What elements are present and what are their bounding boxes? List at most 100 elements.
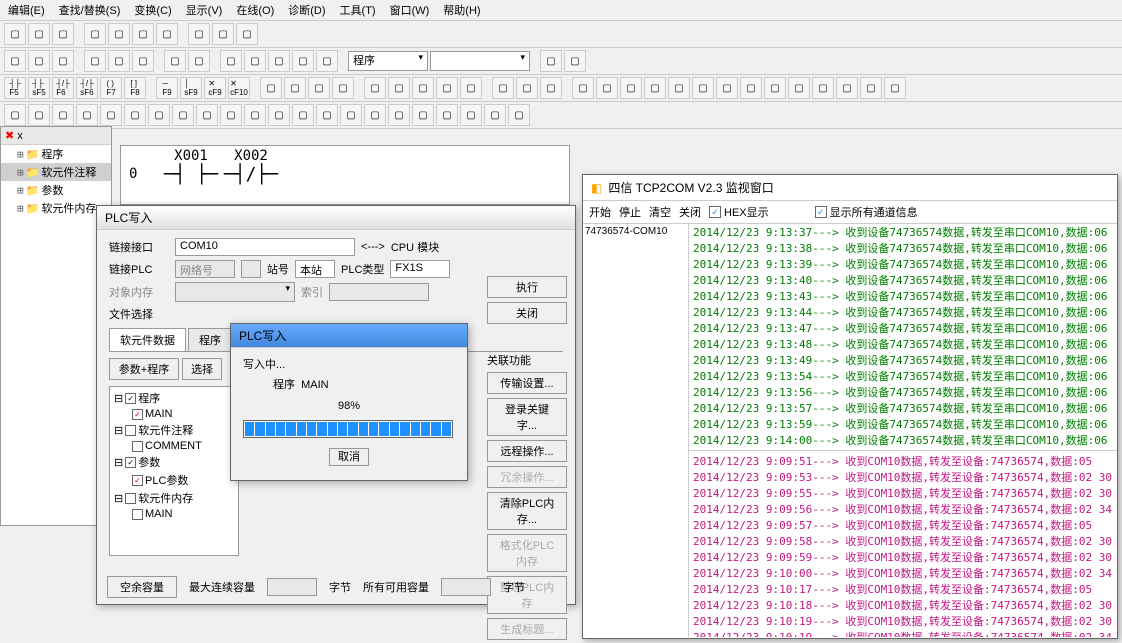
clear-button[interactable]: 清空: [649, 204, 671, 220]
clear-plc-mem-button[interactable]: 清除PLC内存...: [487, 492, 567, 530]
tbtn[interactable]: ┤├sF5: [28, 77, 50, 99]
tbtn[interactable]: ▢: [108, 50, 130, 72]
tbtn[interactable]: ▢: [564, 50, 586, 72]
tbtn[interactable]: ▢: [436, 104, 458, 126]
tbtn[interactable]: ▢: [188, 50, 210, 72]
combo2[interactable]: [430, 51, 530, 71]
tbtn[interactable]: ▢: [156, 23, 178, 45]
tree-params[interactable]: ⊞📁 参数: [1, 181, 111, 199]
tbtn[interactable]: ▢: [172, 104, 194, 126]
tbtn[interactable]: ▢: [28, 50, 50, 72]
tbtn[interactable]: ▢: [124, 104, 146, 126]
menu-convert[interactable]: 变换(C): [134, 2, 171, 18]
menu-view[interactable]: 显示(V): [186, 2, 223, 18]
tbtn[interactable]: ▢: [388, 77, 410, 99]
tbtn[interactable]: ▢: [220, 104, 242, 126]
tab-device-data[interactable]: 软元件数据: [109, 328, 186, 351]
cancel-button[interactable]: 取消: [329, 448, 369, 466]
tbtn[interactable]: [ ]F8: [124, 77, 146, 99]
file-tree-plc-param[interactable]: ✓ PLC参数: [112, 471, 236, 489]
tbtn[interactable]: ▢: [244, 104, 266, 126]
tbtn[interactable]: ▢: [540, 77, 562, 99]
tbtn[interactable]: ▢: [620, 77, 642, 99]
tbtn[interactable]: ▢: [884, 77, 906, 99]
select-button[interactable]: 选择: [182, 358, 222, 380]
create-title-button[interactable]: 生成标题...: [487, 618, 567, 640]
tbtn[interactable]: ▢: [84, 23, 106, 45]
tbtn[interactable]: ( )F7: [100, 77, 122, 99]
tbtn[interactable]: ─F9: [156, 77, 178, 99]
show-all-checkbox[interactable]: ✓显示所有通道信息: [815, 204, 918, 220]
redundant-op-button[interactable]: 冗余操作...: [487, 466, 567, 488]
target-mem-combo[interactable]: [175, 282, 295, 302]
tbtn[interactable]: ┤/├F6: [52, 77, 74, 99]
tbtn[interactable]: ▢: [692, 77, 714, 99]
tbtn[interactable]: ▢: [52, 104, 74, 126]
tbtn[interactable]: ▢: [740, 77, 762, 99]
tab-program[interactable]: 程序: [188, 328, 232, 351]
contact-x001[interactable]: X001─┤ ├─: [161, 148, 221, 185]
tbtn[interactable]: ▢: [292, 50, 314, 72]
tbtn[interactable]: ▢: [188, 23, 210, 45]
tbtn[interactable]: ▢: [540, 50, 562, 72]
tbtn[interactable]: ▢: [308, 77, 330, 99]
tbtn[interactable]: ▢: [836, 77, 858, 99]
tbtn[interactable]: ▢: [860, 77, 882, 99]
tbtn[interactable]: ▢: [100, 104, 122, 126]
tbtn[interactable]: ▢: [788, 77, 810, 99]
file-tree-device-comment[interactable]: ⊟ 软元件注释: [112, 421, 236, 439]
tbtn[interactable]: ▢: [572, 77, 594, 99]
tbtn[interactable]: ▢: [332, 77, 354, 99]
tbtn[interactable]: ▢: [516, 77, 538, 99]
tbtn[interactable]: ▢: [28, 104, 50, 126]
tbtn[interactable]: ▢: [84, 50, 106, 72]
tree-program[interactable]: ⊞📁 程序: [1, 145, 111, 163]
tbtn[interactable]: ┤/├sF6: [76, 77, 98, 99]
tbtn[interactable]: ▢: [460, 77, 482, 99]
start-button[interactable]: 开始: [589, 204, 611, 220]
register-keyword-button[interactable]: 登录关键字...: [487, 398, 567, 436]
tbtn[interactable]: ▢: [244, 50, 266, 72]
tbtn[interactable]: ▢: [108, 23, 130, 45]
file-tree-main[interactable]: ✓ MAIN: [112, 407, 236, 421]
file-tree-comment[interactable]: COMMENT: [112, 439, 236, 453]
file-tree-param[interactable]: ⊟✓ 参数: [112, 453, 236, 471]
tbtn[interactable]: ▢: [212, 23, 234, 45]
tbtn[interactable]: ✕cF10: [228, 77, 250, 99]
tbtn[interactable]: ▢: [284, 77, 306, 99]
execute-button[interactable]: 执行: [487, 276, 567, 298]
hex-checkbox[interactable]: ✓HEX显示: [709, 204, 769, 220]
close-button[interactable]: 关闭: [679, 204, 701, 220]
tbtn[interactable]: ▢: [316, 50, 338, 72]
device-list[interactable]: 74736574-COM10: [583, 224, 689, 637]
menu-tools[interactable]: 工具(T): [340, 2, 376, 18]
tbtn[interactable]: ▢: [268, 104, 290, 126]
tbtn[interactable]: ▢: [132, 23, 154, 45]
tbtn[interactable]: ▢: [644, 77, 666, 99]
tbtn[interactable]: ✕cF9: [204, 77, 226, 99]
log-panel[interactable]: 2014/12/23 9:13:37---> 收到设备74736574数据,转发…: [689, 224, 1117, 637]
menu-window[interactable]: 窗口(W): [390, 2, 430, 18]
tbtn[interactable]: ▢: [4, 50, 26, 72]
tbtn[interactable]: ▢: [484, 104, 506, 126]
device-item[interactable]: 74736574-COM10: [585, 226, 686, 237]
tbtn[interactable]: ▢: [388, 104, 410, 126]
stop-button[interactable]: 停止: [619, 204, 641, 220]
tbtn[interactable]: ▢: [364, 104, 386, 126]
tbtn[interactable]: ┤├F5: [4, 77, 26, 99]
contact-x002[interactable]: X002─┤∕├─: [221, 148, 281, 185]
tree-device-mem[interactable]: ⊞📁 软元件内存: [1, 199, 111, 217]
menu-help[interactable]: 帮助(H): [443, 2, 480, 18]
tbtn[interactable]: ▢: [52, 50, 74, 72]
tbtn[interactable]: ▢: [132, 50, 154, 72]
tbtn[interactable]: ▢: [52, 23, 74, 45]
menu-diagnostics[interactable]: 诊断(D): [288, 2, 325, 18]
close-button[interactable]: 关闭: [487, 302, 567, 324]
tbtn[interactable]: ▢: [596, 77, 618, 99]
tbtn[interactable]: ▢: [76, 104, 98, 126]
tbtn[interactable]: │sF9: [180, 77, 202, 99]
tbtn[interactable]: ▢: [668, 77, 690, 99]
tbtn[interactable]: ▢: [316, 104, 338, 126]
tbtn[interactable]: ▢: [460, 104, 482, 126]
tbtn[interactable]: ▢: [220, 50, 242, 72]
